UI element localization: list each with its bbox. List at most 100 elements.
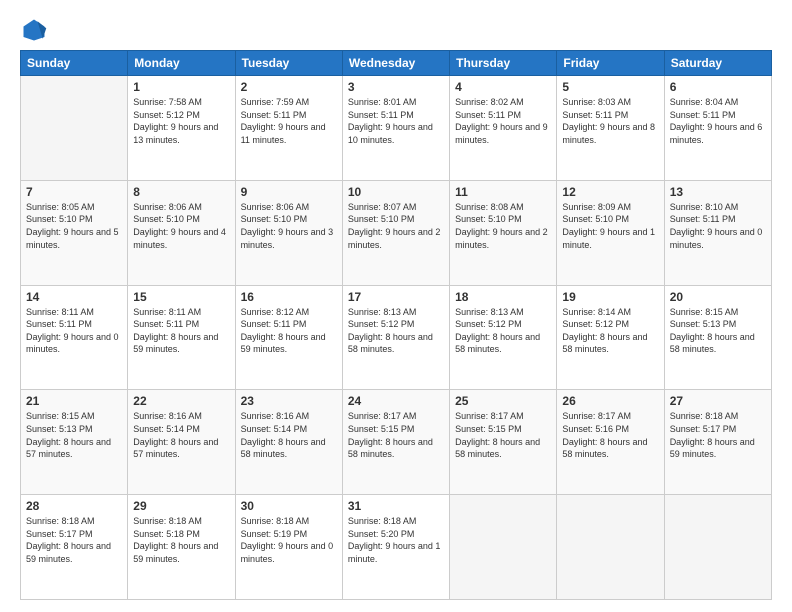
day-header-wednesday: Wednesday xyxy=(342,51,449,76)
day-info: Sunrise: 8:11 AMSunset: 5:11 PMDaylight:… xyxy=(133,306,229,356)
calendar-cell xyxy=(21,76,128,181)
day-info: Sunrise: 8:05 AMSunset: 5:10 PMDaylight:… xyxy=(26,201,122,251)
day-number: 7 xyxy=(26,185,122,199)
calendar-header-row: SundayMondayTuesdayWednesdayThursdayFrid… xyxy=(21,51,772,76)
day-number: 21 xyxy=(26,394,122,408)
logo-icon xyxy=(20,16,48,44)
calendar-cell: 11Sunrise: 8:08 AMSunset: 5:10 PMDayligh… xyxy=(450,180,557,285)
calendar-cell xyxy=(557,495,664,600)
day-number: 24 xyxy=(348,394,444,408)
page: SundayMondayTuesdayWednesdayThursdayFrid… xyxy=(0,0,792,612)
calendar-cell: 6 Sunrise: 8:04 AMSunset: 5:11 PMDaylight… xyxy=(664,76,771,181)
day-info: Sunrise: 8:18 AMSunset: 5:19 PMDaylight:… xyxy=(241,515,337,565)
day-info: Sunrise: 8:09 AMSunset: 5:10 PMDaylight:… xyxy=(562,201,658,251)
day-number: 23 xyxy=(241,394,337,408)
calendar-cell: 15 Sunrise: 8:11 AMSunset: 5:11 PMDayligh… xyxy=(128,285,235,390)
day-number: 22 xyxy=(133,394,229,408)
day-number: 5 xyxy=(562,80,658,94)
calendar-cell: 21 Sunrise: 8:15 AMSunset: 5:13 PMDayligh… xyxy=(21,390,128,495)
calendar-cell: 4 Sunrise: 8:02 AMSunset: 5:11 PMDaylight… xyxy=(450,76,557,181)
header xyxy=(20,16,772,44)
calendar-cell: 22 Sunrise: 8:16 AMSunset: 5:14 PMDayligh… xyxy=(128,390,235,495)
calendar-table: SundayMondayTuesdayWednesdayThursdayFrid… xyxy=(20,50,772,600)
day-number: 20 xyxy=(670,290,766,304)
day-header-monday: Monday xyxy=(128,51,235,76)
calendar-cell: 12 Sunrise: 8:09 AMSunset: 5:10 PMDayligh… xyxy=(557,180,664,285)
day-info: Sunrise: 8:16 AMSunset: 5:14 PMDaylight:… xyxy=(241,410,337,460)
day-number: 12 xyxy=(562,185,658,199)
calendar-cell: 3Sunrise: 8:01 AMSunset: 5:11 PMDaylight… xyxy=(342,76,449,181)
logo xyxy=(20,16,52,44)
day-info: Sunrise: 8:17 AMSunset: 5:16 PMDaylight:… xyxy=(562,410,658,460)
day-number: 26 xyxy=(562,394,658,408)
day-info: Sunrise: 8:08 AMSunset: 5:10 PMDaylight:… xyxy=(455,201,551,251)
day-number: 4 xyxy=(455,80,551,94)
day-info: Sunrise: 8:04 AMSunset: 5:11 PMDaylight:… xyxy=(670,96,766,146)
day-info: Sunrise: 8:06 AMSunset: 5:10 PMDaylight:… xyxy=(241,201,337,251)
calendar-cell: 16 Sunrise: 8:12 AMSunset: 5:11 PMDayligh… xyxy=(235,285,342,390)
day-info: Sunrise: 8:06 AMSunset: 5:10 PMDaylight:… xyxy=(133,201,229,251)
calendar-cell: 7 Sunrise: 8:05 AMSunset: 5:10 PMDaylight… xyxy=(21,180,128,285)
calendar-cell: 28Sunrise: 8:18 AMSunset: 5:17 PMDayligh… xyxy=(21,495,128,600)
day-number: 27 xyxy=(670,394,766,408)
calendar-cell: 1 Sunrise: 7:58 AMSunset: 5:12 PMDaylight… xyxy=(128,76,235,181)
calendar-week-row: 1 Sunrise: 7:58 AMSunset: 5:12 PMDaylight… xyxy=(21,76,772,181)
day-info: Sunrise: 8:18 AMSunset: 5:20 PMDaylight:… xyxy=(348,515,444,565)
day-info: Sunrise: 8:15 AMSunset: 5:13 PMDaylight:… xyxy=(26,410,122,460)
calendar-cell xyxy=(450,495,557,600)
day-info: Sunrise: 7:58 AMSunset: 5:12 PMDaylight:… xyxy=(133,96,229,146)
day-number: 9 xyxy=(241,185,337,199)
day-number: 3 xyxy=(348,80,444,94)
day-info: Sunrise: 8:02 AMSunset: 5:11 PMDaylight:… xyxy=(455,96,551,146)
day-info: Sunrise: 8:07 AMSunset: 5:10 PMDaylight:… xyxy=(348,201,444,251)
day-info: Sunrise: 8:13 AMSunset: 5:12 PMDaylight:… xyxy=(455,306,551,356)
day-info: Sunrise: 8:17 AMSunset: 5:15 PMDaylight:… xyxy=(348,410,444,460)
day-info: Sunrise: 8:17 AMSunset: 5:15 PMDaylight:… xyxy=(455,410,551,460)
calendar-cell: 30 Sunrise: 8:18 AMSunset: 5:19 PMDayligh… xyxy=(235,495,342,600)
day-info: Sunrise: 8:14 AMSunset: 5:12 PMDaylight:… xyxy=(562,306,658,356)
day-info: Sunrise: 8:12 AMSunset: 5:11 PMDaylight:… xyxy=(241,306,337,356)
day-number: 13 xyxy=(670,185,766,199)
calendar-cell: 31 Sunrise: 8:18 AMSunset: 5:20 PMDayligh… xyxy=(342,495,449,600)
day-number: 15 xyxy=(133,290,229,304)
calendar-cell: 10 Sunrise: 8:07 AMSunset: 5:10 PMDayligh… xyxy=(342,180,449,285)
day-info: Sunrise: 8:11 AMSunset: 5:11 PMDaylight:… xyxy=(26,306,122,356)
day-number: 10 xyxy=(348,185,444,199)
day-number: 31 xyxy=(348,499,444,513)
day-info: Sunrise: 8:13 AMSunset: 5:12 PMDaylight:… xyxy=(348,306,444,356)
calendar-week-row: 21 Sunrise: 8:15 AMSunset: 5:13 PMDayligh… xyxy=(21,390,772,495)
calendar-cell: 14Sunrise: 8:11 AMSunset: 5:11 PMDayligh… xyxy=(21,285,128,390)
day-header-friday: Friday xyxy=(557,51,664,76)
calendar-cell: 13Sunrise: 8:10 AMSunset: 5:11 PMDayligh… xyxy=(664,180,771,285)
day-number: 29 xyxy=(133,499,229,513)
day-info: Sunrise: 7:59 AMSunset: 5:11 PMDaylight:… xyxy=(241,96,337,146)
day-number: 6 xyxy=(670,80,766,94)
day-number: 1 xyxy=(133,80,229,94)
calendar-week-row: 28Sunrise: 8:18 AMSunset: 5:17 PMDayligh… xyxy=(21,495,772,600)
calendar-cell: 8 Sunrise: 8:06 AMSunset: 5:10 PMDaylight… xyxy=(128,180,235,285)
day-number: 2 xyxy=(241,80,337,94)
calendar-week-row: 14Sunrise: 8:11 AMSunset: 5:11 PMDayligh… xyxy=(21,285,772,390)
day-number: 30 xyxy=(241,499,337,513)
calendar-cell: 24 Sunrise: 8:17 AMSunset: 5:15 PMDayligh… xyxy=(342,390,449,495)
day-info: Sunrise: 8:16 AMSunset: 5:14 PMDaylight:… xyxy=(133,410,229,460)
day-header-thursday: Thursday xyxy=(450,51,557,76)
day-number: 19 xyxy=(562,290,658,304)
day-info: Sunrise: 8:18 AMSunset: 5:18 PMDaylight:… xyxy=(133,515,229,565)
day-number: 16 xyxy=(241,290,337,304)
calendar-cell: 9 Sunrise: 8:06 AMSunset: 5:10 PMDaylight… xyxy=(235,180,342,285)
day-number: 8 xyxy=(133,185,229,199)
calendar-cell: 23 Sunrise: 8:16 AMSunset: 5:14 PMDayligh… xyxy=(235,390,342,495)
calendar-cell: 29 Sunrise: 8:18 AMSunset: 5:18 PMDayligh… xyxy=(128,495,235,600)
day-header-tuesday: Tuesday xyxy=(235,51,342,76)
calendar-cell: 26 Sunrise: 8:17 AMSunset: 5:16 PMDayligh… xyxy=(557,390,664,495)
calendar-cell xyxy=(664,495,771,600)
day-info: Sunrise: 8:15 AMSunset: 5:13 PMDaylight:… xyxy=(670,306,766,356)
calendar-cell: 5Sunrise: 8:03 AMSunset: 5:11 PMDaylight… xyxy=(557,76,664,181)
calendar-cell: 17 Sunrise: 8:13 AMSunset: 5:12 PMDayligh… xyxy=(342,285,449,390)
day-number: 17 xyxy=(348,290,444,304)
day-info: Sunrise: 8:18 AMSunset: 5:17 PMDaylight:… xyxy=(26,515,122,565)
calendar-cell: 25 Sunrise: 8:17 AMSunset: 5:15 PMDayligh… xyxy=(450,390,557,495)
calendar-cell: 27Sunrise: 8:18 AMSunset: 5:17 PMDayligh… xyxy=(664,390,771,495)
day-number: 25 xyxy=(455,394,551,408)
